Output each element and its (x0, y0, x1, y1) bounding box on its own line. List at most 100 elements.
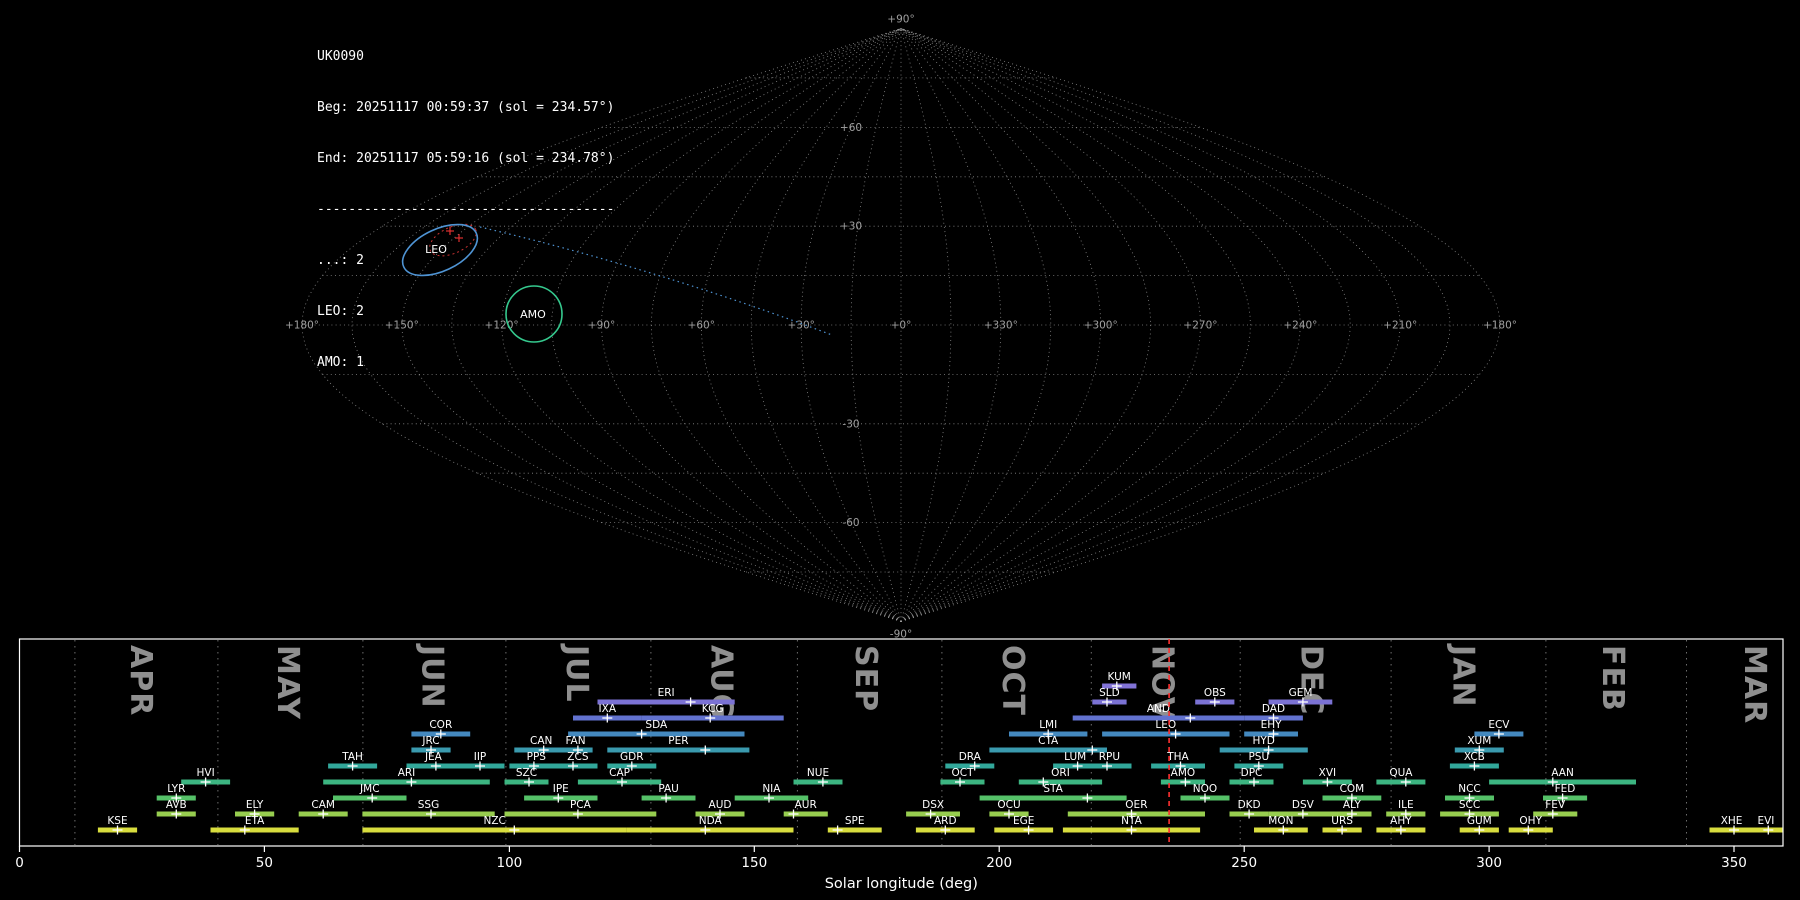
shower-label-nta: NTA (1121, 815, 1142, 827)
shower-label-cap: CAP (609, 767, 630, 779)
observation-info-block: UK0090 Beg: 20251117 00:59:37 (sol = 234… (317, 14, 614, 405)
dec-grid-label: -30 (842, 418, 859, 430)
x-tick-label: 250 (1231, 855, 1257, 871)
shower-label-per: PER (668, 735, 688, 747)
shower-label-zcs: ZCS (567, 751, 589, 763)
station-code: UK0090 (317, 49, 364, 64)
shower-label-hvi: HVI (197, 767, 215, 779)
dec-grid-label: +90° (887, 14, 914, 26)
grid-meridian (750, 28, 902, 622)
month-label-mar: MAR (1737, 645, 1772, 724)
shower-label-ipe: IPE (553, 783, 569, 795)
shower-label-kcg: KCG (702, 703, 724, 715)
shower-label-psu: PSU (1248, 751, 1269, 763)
shower-label-nia: NIA (762, 783, 781, 795)
shower-label-tah: TAH (341, 751, 363, 763)
shower-label-aan: AAN (1551, 767, 1574, 779)
count-leo: LEO: 2 (317, 304, 364, 319)
month-label-oct: OCT (995, 645, 1030, 716)
shower-label-pau: PAU (658, 783, 679, 795)
shower-label-jrc: JRC (421, 735, 439, 747)
shower-label-and: AND (1147, 703, 1170, 715)
activity-timeline: APR MAY JUN JUL AUG SEP OCT NOV DEC JAN FEB MARKUME… (15, 638, 1784, 892)
shower-label-avb: AVB (166, 799, 187, 811)
shower-label-ecv: ECV (1488, 719, 1510, 731)
shower-label-ori: ORI (1051, 767, 1070, 779)
shower-label-ari: ARI (398, 767, 416, 779)
shower-label-rpu: RPU (1099, 751, 1120, 763)
shower-label-aud: AUD (709, 799, 732, 811)
shower-label-xcb: XCB (1464, 751, 1485, 763)
shower-label-nue: NUE (807, 767, 829, 779)
dec-grid-label: +60 (840, 122, 862, 134)
shower-label-sta: STA (1043, 783, 1063, 795)
month-label-jun: JUN (414, 643, 449, 709)
shower-label-gum: GUM (1467, 815, 1492, 827)
ra-grid-label: +30° (787, 320, 814, 332)
shower-label-ncc: NCC (1458, 783, 1481, 795)
shower-label-aly: ALY (1343, 799, 1362, 811)
count-unassociated: ...: 2 (317, 253, 364, 268)
shower-label-jea: JEA (424, 751, 443, 763)
grid-meridian (900, 28, 1052, 622)
dec-grid-label: -60 (842, 517, 859, 529)
end-time: End: 20251117 05:59:16 (sol = 234.78°) (317, 151, 615, 166)
ra-grid-label: +240° (1283, 320, 1317, 332)
shower-label-ahy: AHY (1390, 815, 1412, 827)
ra-grid-label: +300° (1084, 320, 1118, 332)
shower-label-fan: FAN (565, 735, 585, 747)
plot-canvas: +180° +150° +120° +90° +60° +30° +0° +330° +300°… (15, 14, 1784, 892)
shower-label-obs: OBS (1204, 687, 1226, 699)
month-label-dec: DEC (1294, 645, 1329, 715)
shower-label-leo: LEO (1155, 719, 1176, 731)
shower-label-sda: SDA (645, 719, 668, 731)
x-tick-label: 100 (497, 855, 523, 871)
shower-label-dpc: DPC (1241, 767, 1263, 779)
shower-label-urs: URS (1331, 815, 1353, 827)
count-amo: AMO: 1 (317, 355, 364, 370)
x-tick-label: 300 (1476, 855, 1502, 871)
shower-label-lum: LUM (1064, 751, 1086, 763)
shower-label-xhe: XHE (1721, 815, 1743, 827)
shower-label-ile: ILE (1398, 799, 1414, 811)
x-tick-label: 350 (1721, 855, 1747, 871)
month-label-feb: FEB (1595, 645, 1630, 712)
month-label-sep: SEP (848, 645, 883, 712)
shower-label-ege: EGE (1013, 815, 1034, 827)
month-label-may: MAY (270, 645, 305, 720)
shower-label-pca: PCA (570, 799, 592, 811)
shower-label-oct: OCT (951, 767, 974, 779)
shower-label-nzc: NZC (484, 815, 506, 827)
ra-grid-label: +330° (984, 320, 1018, 332)
ra-grid-label: +270° (1183, 320, 1217, 332)
shower-label-hyd: HYD (1252, 735, 1274, 747)
shower-label-ard: ARD (934, 815, 957, 827)
shower-label-lyr: LYR (167, 783, 185, 795)
shower-label-dra: DRA (959, 751, 982, 763)
shower-label-kse: KSE (107, 815, 127, 827)
info-separator: -------------------------------------- (317, 202, 615, 217)
shower-label-pps: PPS (527, 751, 547, 763)
ra-grid-label: +0° (891, 320, 912, 332)
shower-label-oer: OER (1125, 799, 1147, 811)
shower-label-amo: AMO (1171, 767, 1196, 779)
x-tick-label: 150 (741, 855, 767, 871)
ra-grid-label: +180° (1483, 320, 1517, 332)
shower-label-ocu: OCU (997, 799, 1020, 811)
begin-time: Beg: 20251117 00:59:37 (sol = 234.57°) (317, 100, 615, 115)
month-label-jan: JAN (1446, 643, 1481, 708)
shower-label-gdr: GDR (620, 751, 644, 763)
x-axis-title: Solar longitude (deg) (825, 876, 978, 892)
ra-grid-label: +210° (1383, 320, 1417, 332)
shower-label-dsv: DSV (1292, 799, 1315, 811)
shower-label-mon: MON (1268, 815, 1293, 827)
month-label-apr: APR (123, 645, 158, 716)
shower-label-qua: QUA (1389, 767, 1413, 779)
shower-label-jmc: JMC (359, 783, 380, 795)
ra-grid-label: +180° (285, 320, 319, 332)
shower-label-xum: XUM (1467, 735, 1491, 747)
shower-label-ixa: IXA (599, 703, 617, 715)
ra-grid-label: +60° (688, 320, 715, 332)
shower-label-noo: NOO (1193, 783, 1217, 795)
shower-label-ssg: SSG (418, 799, 439, 811)
